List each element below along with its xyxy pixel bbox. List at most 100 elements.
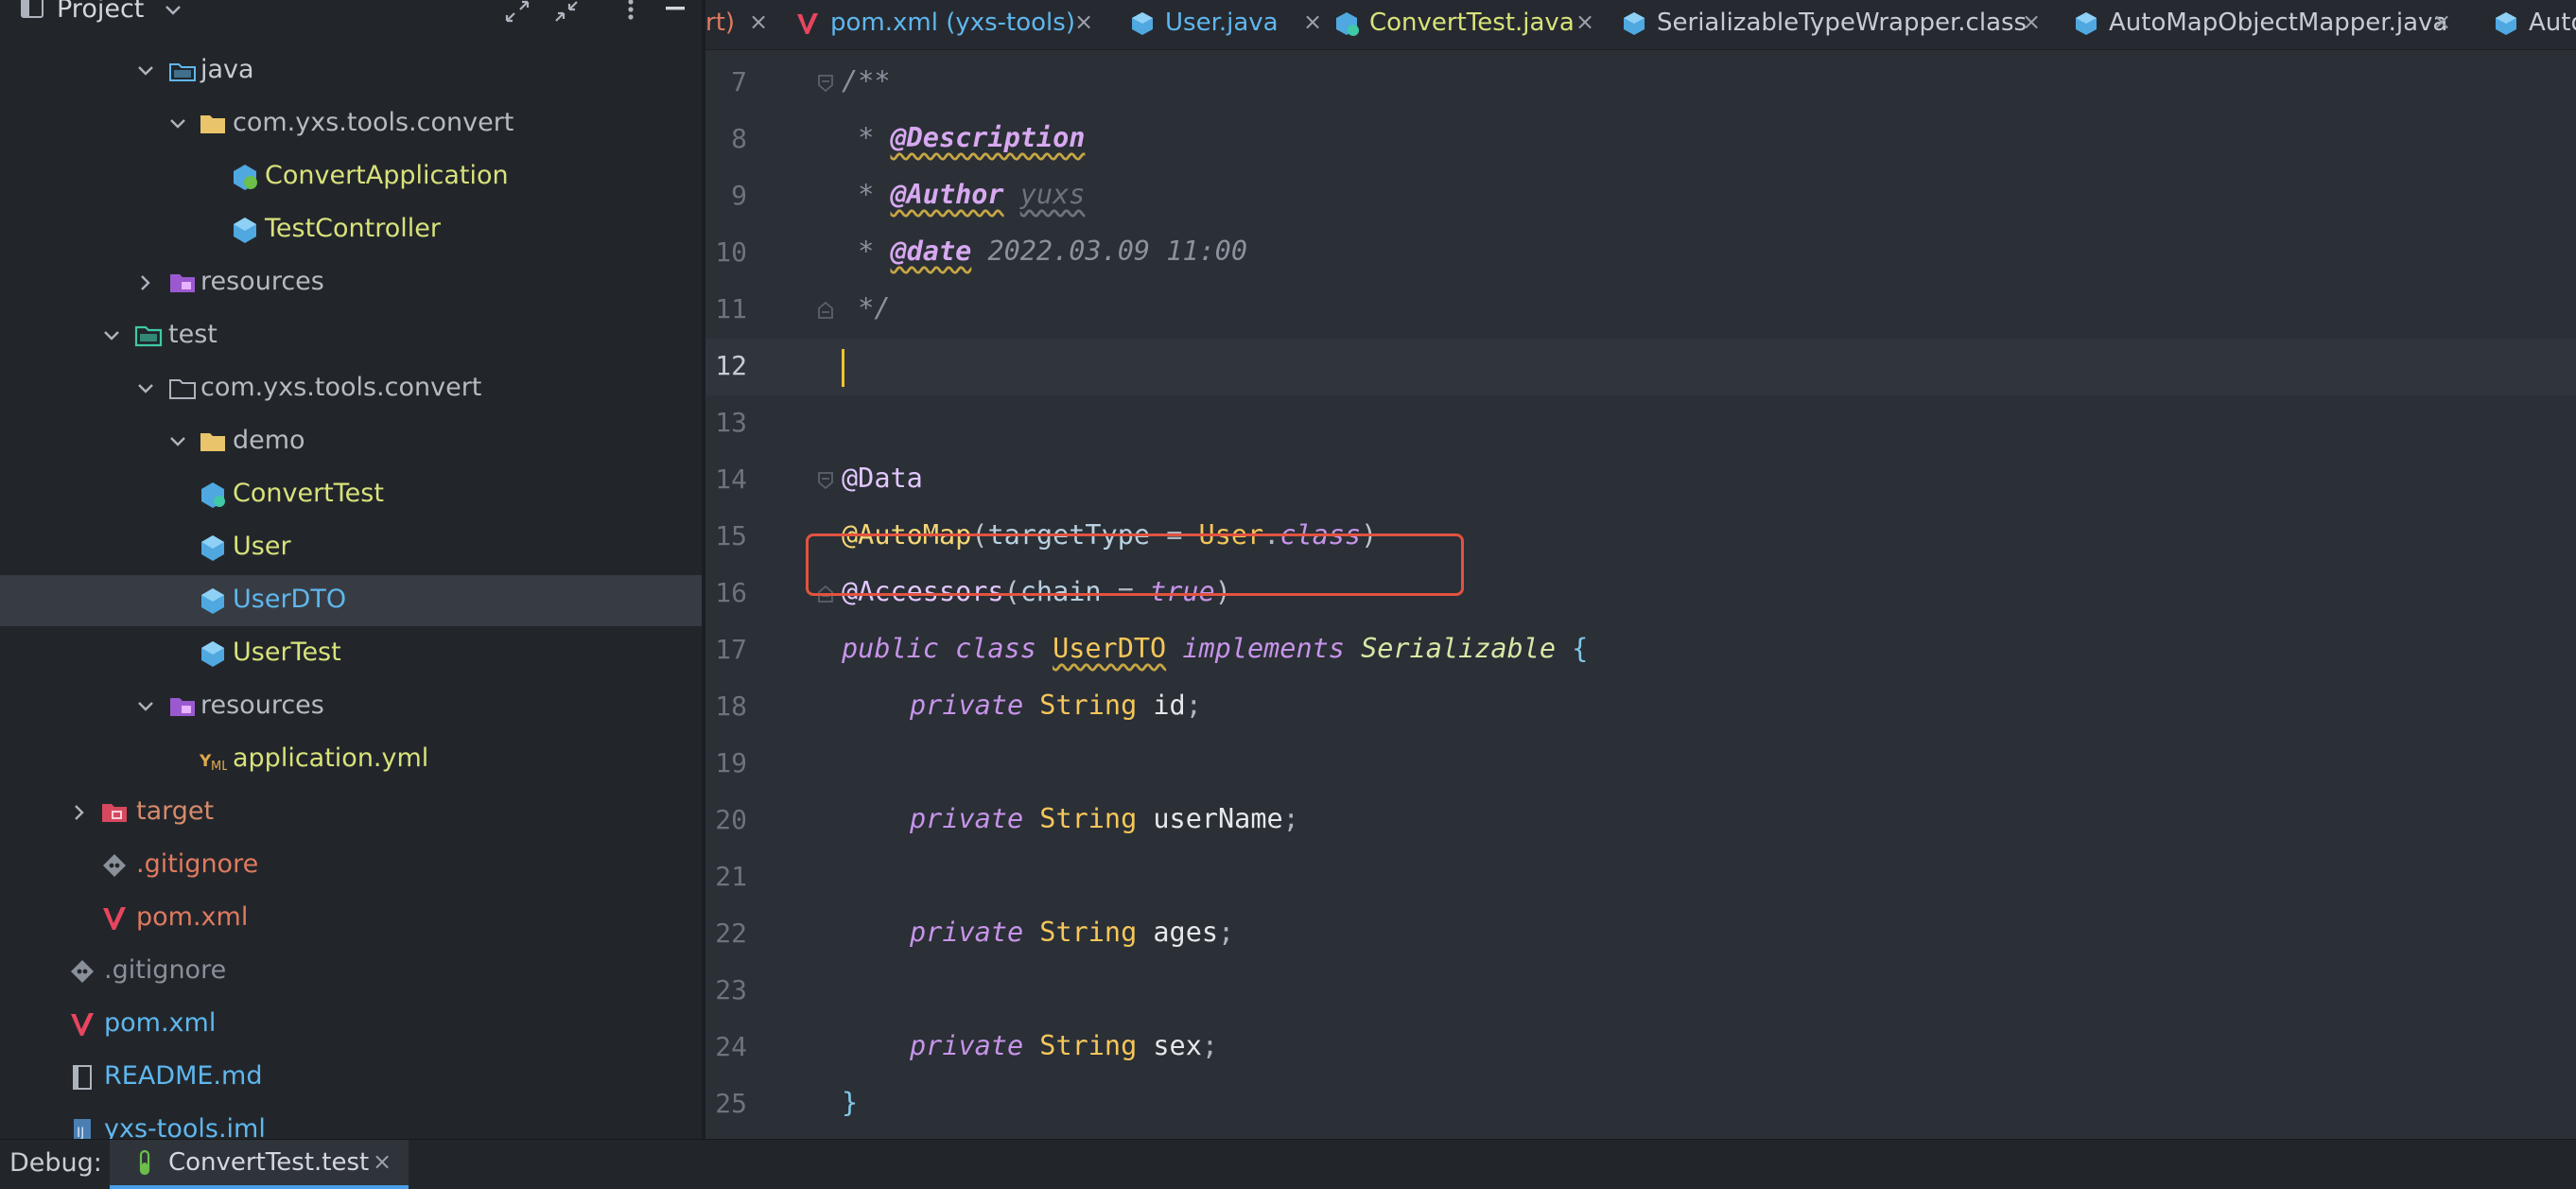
tree-item-label: pom.xml — [104, 1008, 217, 1038]
tree-item-label: .gitignore — [136, 849, 259, 879]
line-number: 16 — [715, 577, 747, 608]
tree-item-label: application.yml — [233, 743, 429, 773]
tree-item-package[interactable]: com.yxs.tools.convert — [0, 98, 702, 149]
close-icon[interactable]: × — [2432, 9, 2451, 35]
maven-icon — [103, 907, 126, 930]
code-line: 7 /** — [705, 55, 2576, 112]
collapse-all-icon[interactable] — [552, 0, 581, 25]
svg-text:Y: Y — [199, 752, 212, 771]
fold-icon[interactable] — [817, 74, 834, 93]
resources-folder-icon — [170, 274, 195, 292]
code-text: private String ages; — [910, 917, 1235, 948]
minimize-icon[interactable] — [662, 0, 690, 25]
tree-item-user-test[interactable]: UserTest — [0, 628, 702, 679]
tree-item-label: pom.xml — [136, 902, 249, 932]
tree-item-readme[interactable]: README.md — [0, 1052, 702, 1103]
code-line: 18 private String id; — [705, 679, 2576, 736]
line-number: 7 — [731, 66, 747, 97]
tree-item-label: .gitignore — [104, 955, 227, 985]
line-number: 21 — [715, 861, 747, 892]
debug-tool-bar: Debug: ConvertTest.test × — [0, 1139, 2576, 1189]
tree-item-demo[interactable]: demo — [0, 416, 702, 467]
code-line: 24 private String sex; — [705, 1020, 2576, 1076]
chevron-right-icon[interactable] — [136, 273, 155, 292]
chevron-down-icon[interactable] — [168, 114, 187, 133]
tree-item-convert-application[interactable]: ConvertApplication — [0, 151, 702, 202]
tree-item-test-resources[interactable]: resources — [0, 681, 702, 732]
tree-item-gitignore[interactable]: .gitignore — [0, 840, 702, 891]
code-text: public class UserDTO implements Serializ… — [842, 633, 1589, 664]
project-tool-window: Project java com.yxs.tools.convert Conve… — [0, 0, 702, 1139]
close-icon[interactable]: × — [1303, 9, 1322, 35]
close-icon[interactable]: × — [1575, 9, 1594, 35]
chevron-down-icon[interactable] — [136, 697, 155, 716]
tree-item-user[interactable]: User — [0, 522, 702, 573]
tab-label: ConvertTest.java — [1369, 9, 1575, 37]
tree-item-target[interactable]: target — [0, 787, 702, 838]
chevron-down-icon[interactable] — [168, 432, 187, 451]
tree-item-iml[interactable]: IJ yxs-tools.iml — [0, 1105, 702, 1139]
code-line: 13 — [705, 395, 2576, 452]
code-line: 22 private String ages; — [705, 906, 2576, 963]
class-icon — [201, 535, 224, 561]
chevron-down-icon[interactable] — [136, 61, 155, 80]
source-folder-icon — [169, 63, 196, 81]
test-class-icon — [201, 482, 225, 508]
project-title[interactable]: Project — [57, 0, 144, 24]
tree-item-test-package[interactable]: com.yxs.tools.convert — [0, 363, 702, 414]
tree-item-test-controller[interactable]: TestController — [0, 204, 702, 255]
expand-all-icon[interactable] — [503, 0, 531, 25]
tree-item-application-yml[interactable]: Y ML application.yml — [0, 734, 702, 785]
run-config-label: ConvertTest.test — [168, 1148, 370, 1177]
line-number: 10 — [715, 236, 747, 268]
close-icon[interactable]: × — [749, 9, 768, 35]
tree-item-pom[interactable]: pom.xml — [0, 893, 702, 944]
code-line: 20 private String userName; — [705, 793, 2576, 849]
annotation-highlight-box — [806, 533, 1464, 596]
tree-item-label: resources — [200, 691, 324, 720]
tree-item-user-dto[interactable]: UserDTO — [0, 575, 702, 626]
class-icon — [201, 641, 224, 667]
project-header: Project — [0, 0, 702, 26]
code-line: 25 } — [705, 1076, 2576, 1133]
chevron-down-icon[interactable] — [102, 326, 121, 345]
tree-item-root-pom[interactable]: pom.xml — [0, 999, 702, 1050]
tree-item-java[interactable]: java — [0, 45, 702, 96]
tree-item-label: target — [136, 796, 215, 826]
tab-label: AutoMapObjectMapper.java — [2109, 9, 2448, 37]
code-text: * @date 2022.03.09 11:00 — [842, 236, 1247, 267]
line-number: 19 — [715, 747, 747, 778]
tree-item-label: test — [168, 320, 218, 349]
close-icon[interactable]: × — [373, 1148, 392, 1175]
code-text: @Data — [842, 463, 923, 494]
close-icon[interactable]: × — [2022, 9, 2041, 35]
more-options-icon[interactable] — [617, 0, 645, 25]
tree-item-test[interactable]: test — [0, 310, 702, 361]
close-icon[interactable]: × — [1074, 9, 1093, 35]
tab-label: User.java — [1165, 9, 1279, 37]
fold-icon[interactable] — [817, 301, 834, 320]
debug-session-tab[interactable]: ConvertTest.test × — [110, 1140, 409, 1189]
chevron-down-icon[interactable] — [163, 2, 183, 19]
code-line: 14 @Data — [705, 452, 2576, 509]
code-text: * @Description — [842, 122, 1086, 153]
chevron-down-icon[interactable] — [136, 379, 155, 398]
line-number: 12 — [715, 350, 747, 381]
tree-item-resources[interactable]: resources — [0, 257, 702, 308]
tree-item-label: resources — [200, 267, 324, 296]
class-icon — [1336, 12, 1359, 36]
tree-item-label: demo — [233, 426, 305, 455]
tree-item-convert-test[interactable]: ConvertTest — [0, 469, 702, 520]
chevron-right-icon[interactable] — [70, 803, 89, 822]
code-text: */ — [842, 292, 891, 323]
code-text — [842, 349, 844, 387]
tree-item-label: UserDTO — [233, 585, 347, 614]
code-text: * @Author yuxs — [842, 179, 1086, 210]
resources-folder-icon — [170, 698, 195, 716]
tree-item-label: TestController — [265, 214, 441, 243]
tree-item-root-gitignore[interactable]: .gitignore — [0, 946, 702, 997]
line-number: 11 — [715, 293, 747, 324]
fold-icon[interactable] — [817, 471, 834, 490]
class-icon — [2496, 12, 2516, 35]
line-number: 9 — [731, 180, 747, 211]
